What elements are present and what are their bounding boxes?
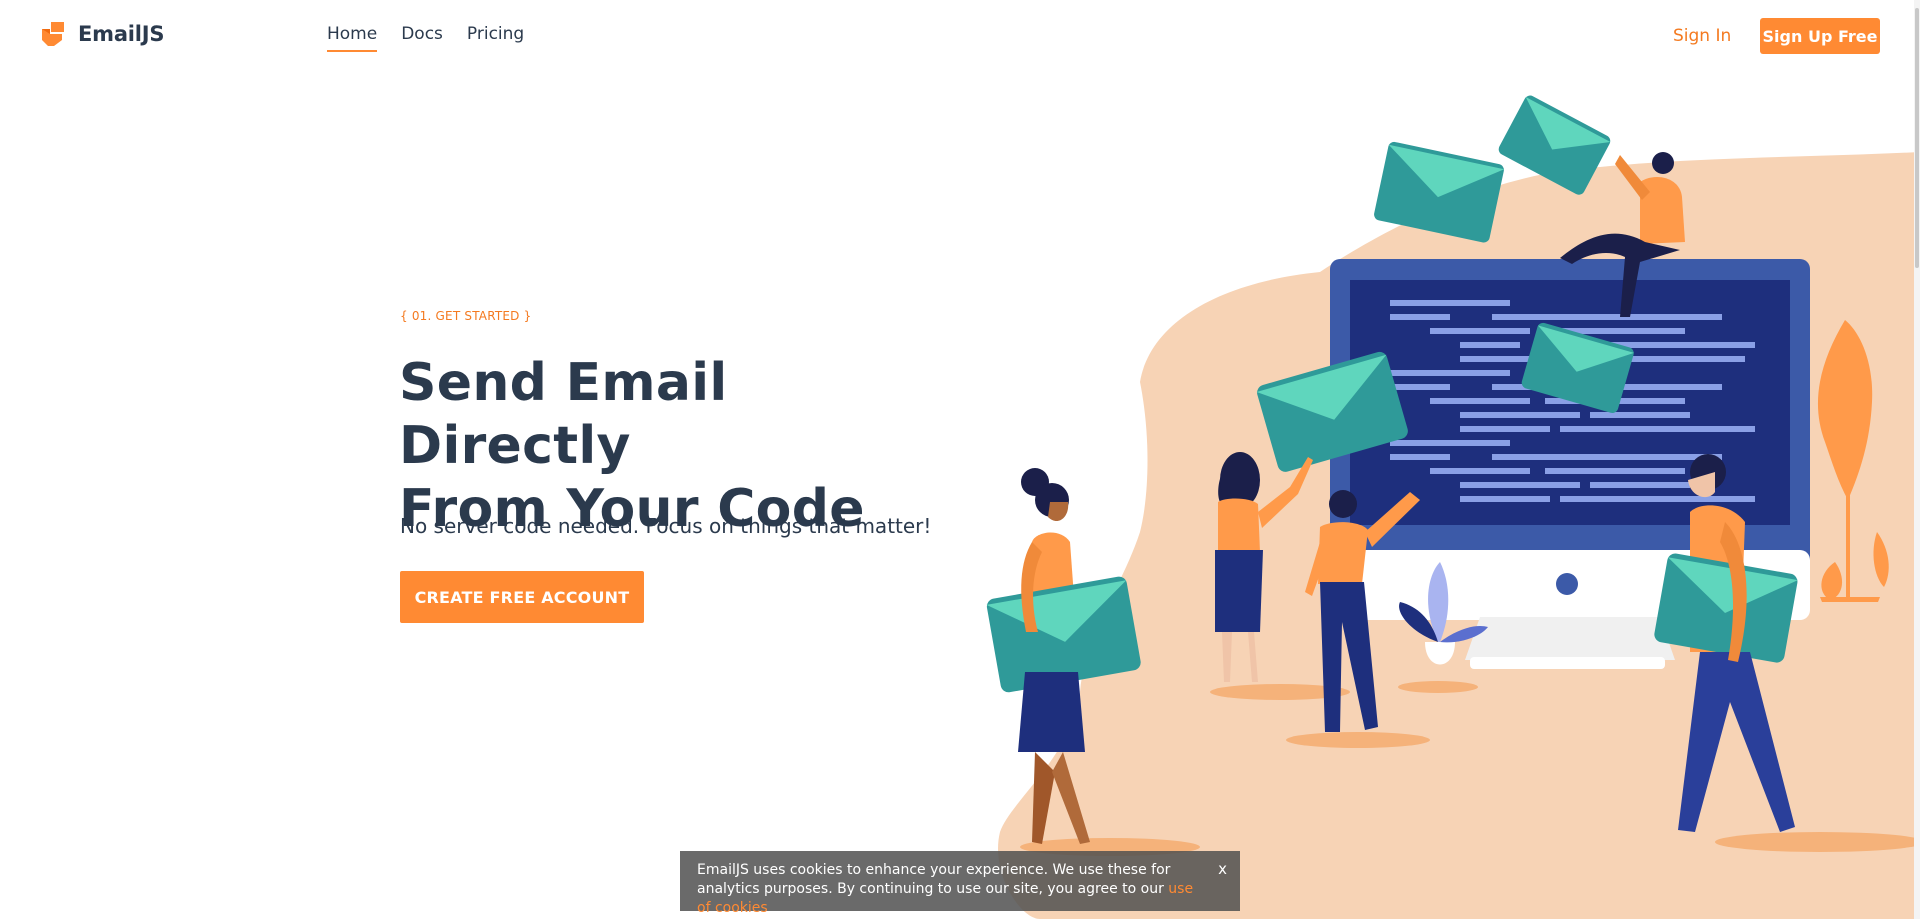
sign-in-link[interactable]: Sign In	[1673, 26, 1731, 46]
hero-illustration	[820, 72, 1920, 919]
envelope-icon-top-left	[1374, 141, 1505, 243]
emailjs-logo-icon	[42, 22, 64, 46]
section-eyebrow: { 01. GET STARTED }	[400, 309, 532, 323]
nav-docs[interactable]: Docs	[401, 24, 443, 52]
logo-text: EmailJS	[78, 22, 165, 46]
main-nav: Home Docs Pricing	[327, 24, 524, 52]
nav-pricing[interactable]: Pricing	[467, 24, 524, 52]
scrollbar-thumb[interactable]	[1915, 8, 1919, 268]
hero-title-line1: Send Email Directly	[399, 353, 728, 476]
cookie-banner: EmailJS uses cookies to enhance your exp…	[680, 851, 1240, 916]
cookie-close-button[interactable]: x	[1218, 860, 1227, 879]
email-team-illustration	[986, 95, 1920, 919]
create-free-account-button[interactable]: CREATE FREE ACCOUNT	[400, 571, 644, 623]
logo[interactable]: EmailJS	[40, 20, 165, 48]
cookie-text: EmailJS uses cookies to enhance your exp…	[697, 862, 1171, 897]
nav-home[interactable]: Home	[327, 24, 378, 52]
site-header: EmailJS Home Docs Pricing Sign In Sign U…	[0, 0, 1920, 72]
sign-up-button[interactable]: Sign Up Free	[1760, 18, 1880, 54]
